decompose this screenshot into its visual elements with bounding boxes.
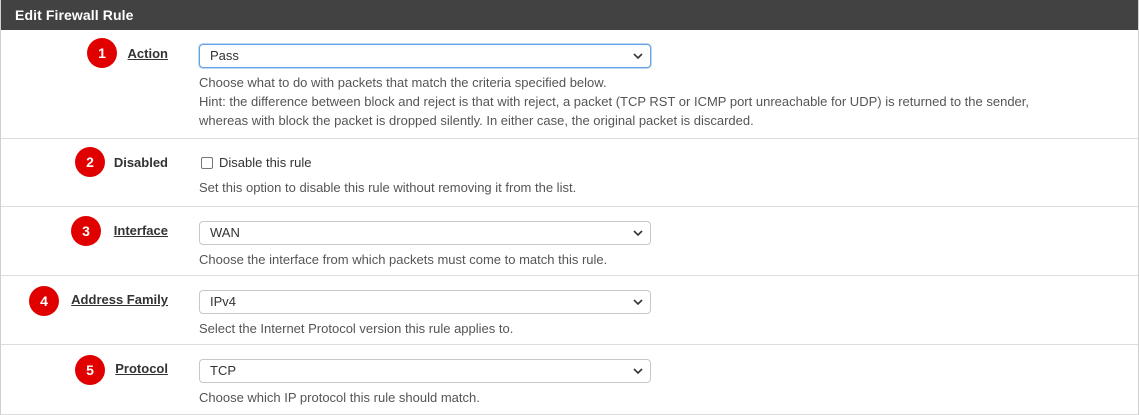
disable-rule-checkbox-label[interactable]: Disable this rule — [219, 155, 312, 170]
protocol-label[interactable]: Protocol — [115, 361, 168, 376]
action-help-line: Hint: the difference between block and r… — [199, 94, 1030, 109]
firewall-rule-panel: Edit Firewall Rule 1 Action Pass Choose … — [0, 0, 1139, 415]
protocol-select-value: TCP — [210, 363, 236, 378]
address-family-label[interactable]: Address Family — [71, 292, 168, 307]
action-select[interactable]: Pass — [199, 44, 651, 68]
row-protocol: 5 Protocol TCP Choose which IP protocol … — [1, 345, 1138, 415]
interface-label[interactable]: Interface — [114, 223, 168, 238]
disabled-label: Disabled — [113, 155, 168, 170]
chevron-down-icon — [633, 299, 643, 306]
interface-select[interactable]: WAN — [199, 221, 651, 245]
disabled-help: Set this option to disable this rule wit… — [199, 180, 577, 195]
chevron-down-icon — [633, 53, 643, 60]
step-badge-4: 4 — [29, 286, 59, 316]
action-help-line: Choose what to do with packets that matc… — [199, 75, 607, 90]
row-interface: 3 Interface WAN Choose the interface fro… — [1, 207, 1138, 276]
step-badge-2: 2 — [75, 147, 105, 177]
step-badge-3: 3 — [71, 216, 101, 246]
interface-select-value: WAN — [210, 225, 240, 240]
step-badge-1: 1 — [87, 38, 117, 68]
chevron-down-icon — [633, 230, 643, 237]
row-address-family: 4 Address Family IPv4 Select the Interne… — [1, 276, 1138, 345]
row-action: 1 Action Pass Choose what to do with pac… — [1, 30, 1138, 139]
protocol-help: Choose which IP protocol this rule shoul… — [199, 390, 480, 405]
action-label[interactable]: Action — [128, 46, 168, 61]
action-help: Choose what to do with packets that matc… — [199, 73, 1029, 130]
address-family-select-value: IPv4 — [210, 294, 237, 309]
protocol-select[interactable]: TCP — [199, 359, 651, 383]
address-family-select[interactable]: IPv4 — [199, 290, 651, 314]
step-badge-5: 5 — [75, 355, 105, 385]
disable-rule-checkbox[interactable] — [201, 157, 213, 169]
panel-title: Edit Firewall Rule — [1, 0, 1138, 30]
row-disabled: 2 Disabled Disable this rule Set this op… — [1, 139, 1138, 207]
chevron-down-icon — [633, 368, 643, 375]
action-select-value: Pass — [210, 48, 239, 63]
action-help-line: whereas with block the packet is dropped… — [199, 113, 754, 128]
interface-help: Choose the interface from which packets … — [199, 252, 608, 267]
address-family-help: Select the Internet Protocol version thi… — [199, 321, 514, 336]
